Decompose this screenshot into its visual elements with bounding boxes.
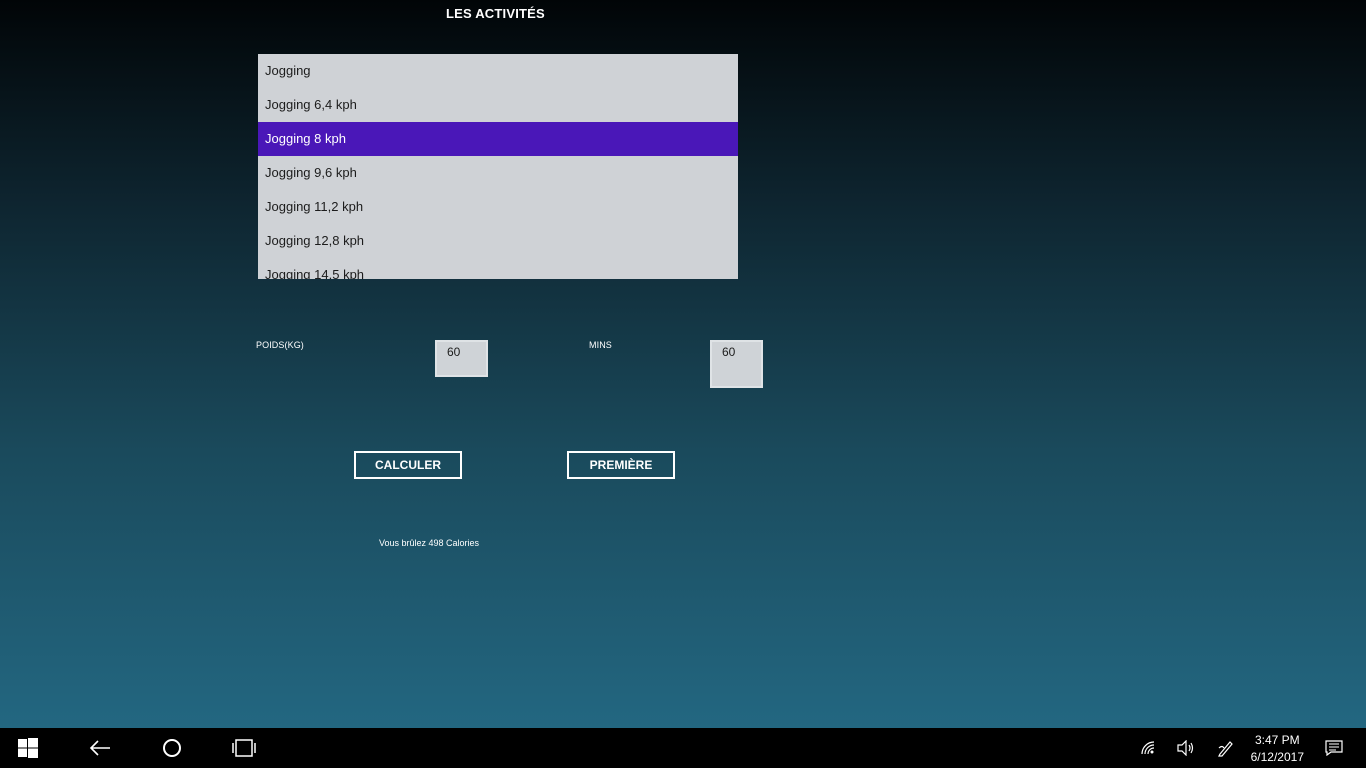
app-window: LES ACTIVITÉS Jogging Jogging 6,4 kph Jo…: [0, 0, 1366, 728]
list-item[interactable]: Jogging 14,5 kph: [258, 258, 738, 279]
result-text: Vous brûlez 498 Calories: [379, 538, 480, 548]
network-icon[interactable]: [1136, 728, 1160, 768]
list-item[interactable]: Jogging 12,8 kph: [258, 224, 738, 258]
calculate-button[interactable]: CALCULER: [354, 451, 462, 479]
weight-field[interactable]: 60: [435, 340, 488, 377]
clock-time: 3:47 PM: [1254, 733, 1300, 747]
cortana-circle-icon[interactable]: [152, 728, 192, 768]
list-item[interactable]: Jogging 9,6 kph: [258, 156, 738, 190]
page-title: LES ACTIVITÉS: [446, 6, 545, 21]
list-item-selected[interactable]: Jogging 8 kph: [258, 122, 738, 156]
weight-label: POIDS(KG): [256, 340, 304, 350]
volume-icon[interactable]: [1174, 728, 1198, 768]
minutes-field[interactable]: 60: [710, 340, 763, 388]
minutes-label: MINS: [589, 340, 612, 350]
pen-icon[interactable]: [1214, 728, 1238, 768]
list-item[interactable]: Jogging 11,2 kph: [258, 190, 738, 224]
taskbar: 3:47 PM 6/12/2017: [0, 728, 1366, 768]
system-clock[interactable]: 3:47 PM 6/12/2017: [1251, 732, 1304, 766]
action-center-icon[interactable]: [1322, 728, 1346, 768]
first-button[interactable]: PREMIÈRE: [567, 451, 675, 479]
task-view-icon[interactable]: [224, 728, 264, 768]
windows-start-icon[interactable]: [8, 728, 48, 768]
activities-list[interactable]: Jogging Jogging 6,4 kph Jogging 8 kph Jo…: [258, 54, 738, 279]
list-item[interactable]: Jogging: [258, 54, 738, 88]
list-item[interactable]: Jogging 6,4 kph: [258, 88, 738, 122]
clock-date: 6/12/2017: [1250, 750, 1304, 764]
back-arrow-icon[interactable]: [80, 728, 120, 768]
